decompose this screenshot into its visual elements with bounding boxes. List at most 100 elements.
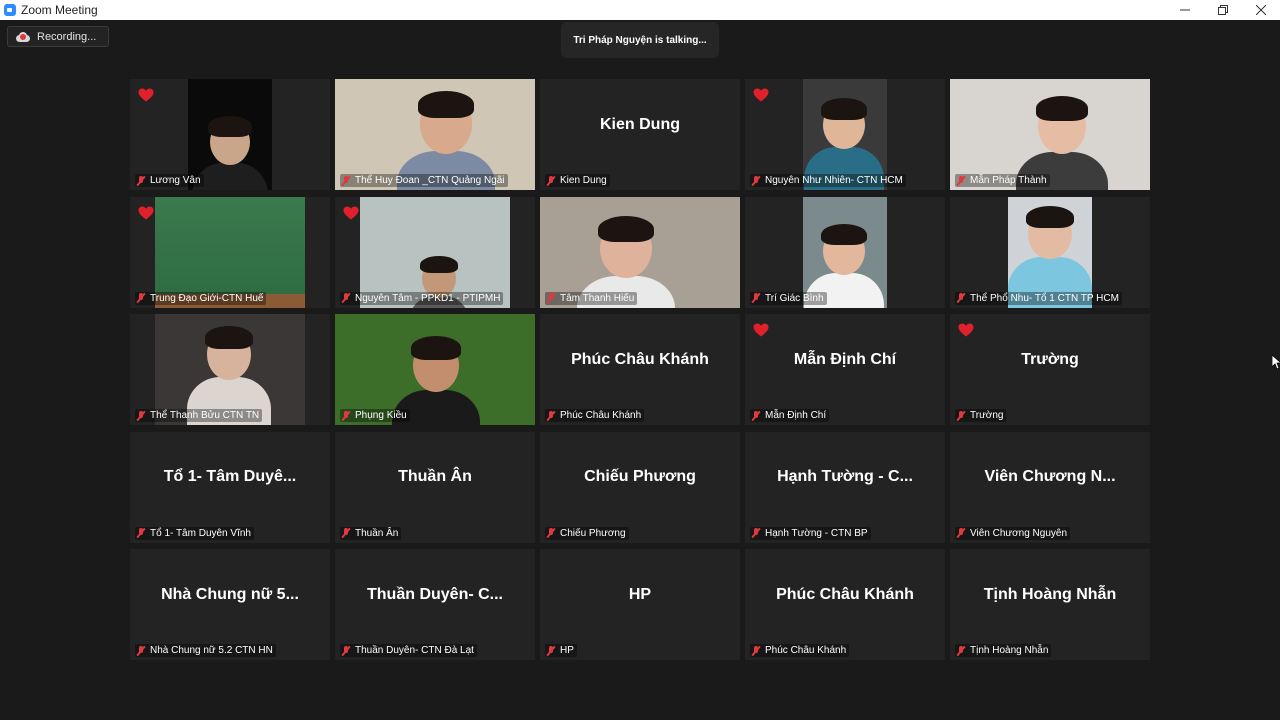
active-speaker-text: Tri Pháp Nguyện is talking... xyxy=(573,34,707,46)
muted-microphone-icon xyxy=(341,292,351,304)
participant-tile[interactable]: Lương Vân xyxy=(130,79,330,190)
participant-name-text: Mẫn Định Chí xyxy=(765,410,827,421)
restore-button[interactable] xyxy=(1204,0,1242,20)
participant-name-text: Chiếu Phương xyxy=(560,527,626,539)
participant-display-name: Trường xyxy=(1021,350,1079,368)
face-silhouette xyxy=(821,98,867,150)
participant-display-name: Nhà Chung nữ 5... xyxy=(161,585,299,603)
participant-name-label: Trung Đạo Giới-CTN Huế xyxy=(135,291,267,305)
participant-display-name: Kien Dung xyxy=(600,115,680,133)
participant-display-name: Thuần Ân xyxy=(398,468,472,485)
participant-tile[interactable]: Hạnh Tường - C... Hạnh Tường - CTN BP xyxy=(745,431,945,543)
participant-display-name: Hạnh Tường - C... xyxy=(777,468,913,485)
participant-name-label: Thể Huy Đoan _CTN Quảng Ngãi xyxy=(340,174,508,187)
participant-tile[interactable]: Tịnh Hoàng Nhẫn Tịnh Hoàng Nhẫn xyxy=(950,549,1150,660)
participant-name-text: Tổ 1- Tâm Duyên Vĩnh xyxy=(150,527,251,539)
participant-name-label: Trường xyxy=(955,409,1007,422)
participant-name-text: Tịnh Hoàng Nhẫn xyxy=(970,645,1049,656)
participant-tile[interactable]: Kien Dung Kien Dung xyxy=(540,79,740,190)
heart-reaction-icon xyxy=(138,206,154,219)
participant-tile[interactable]: Thể Huy Đoan _CTN Quảng Ngãi xyxy=(335,79,535,190)
participant-tile[interactable]: Thể Phổ Nhu- Tổ 1 CTN TP HCM xyxy=(950,196,1150,308)
muted-microphone-icon xyxy=(956,292,966,304)
recording-indicator[interactable]: Recording... xyxy=(7,26,109,47)
participant-name-text: Nguyên Như Nhiên- CTN HCM xyxy=(765,175,903,186)
participant-tile[interactable]: Thuần Ân Thuần Ân xyxy=(335,431,535,543)
participant-name-label: Nhà Chung nữ 5.2 CTN HN xyxy=(135,644,276,657)
participant-name-label: HP xyxy=(545,644,577,657)
participant-name-label: Mẫn Pháp Thành xyxy=(955,174,1050,187)
participant-video xyxy=(1008,196,1092,308)
muted-microphone-icon xyxy=(751,410,761,421)
participant-name-label: Trí Giác Bình xyxy=(750,291,827,305)
restore-icon xyxy=(1218,5,1228,15)
participant-tile[interactable]: Mẫn Pháp Thành xyxy=(950,79,1150,190)
participant-name-label: Hạnh Tường - CTN BP xyxy=(750,526,871,540)
heart-reaction-icon xyxy=(753,323,769,337)
minimize-button[interactable] xyxy=(1166,0,1204,20)
muted-microphone-icon xyxy=(751,645,761,656)
participant-name-label: Kien Dung xyxy=(545,174,610,187)
cloud-recording-icon xyxy=(16,31,30,42)
muted-microphone-icon xyxy=(136,410,146,421)
participant-name-text: HP xyxy=(560,645,574,656)
participant-tile[interactable]: Phụng Kiều xyxy=(335,314,535,425)
participant-display-name: Chiếu Phương xyxy=(584,468,696,485)
participant-tile[interactable]: Thể Thanh Bửu CTN TN xyxy=(130,314,330,425)
window-controls xyxy=(1166,0,1280,20)
participant-video xyxy=(803,196,887,308)
participant-name-text: Thuần Ân xyxy=(355,527,399,539)
participant-tile[interactable]: Nguyên Tâm - PPKD1 - PTIPMH xyxy=(335,196,535,308)
close-icon xyxy=(1256,5,1266,15)
muted-microphone-icon xyxy=(546,175,556,186)
muted-microphone-icon xyxy=(751,292,761,304)
participant-name-text: Hạnh Tường - CTN BP xyxy=(765,527,868,539)
face-silhouette xyxy=(1026,205,1074,260)
muted-microphone-icon xyxy=(341,527,351,539)
participant-tile[interactable]: Mẫn Định Chí Mẫn Định Chí xyxy=(745,314,945,425)
muted-microphone-icon xyxy=(136,175,146,186)
participant-tile[interactable]: Phúc Châu Khánh Phúc Châu Khánh xyxy=(745,549,945,660)
participant-tile[interactable]: Phúc Châu Khánh Phúc Châu Khánh xyxy=(540,314,740,425)
participant-tile[interactable]: Viên Chương N... Viên Chương Nguyên xyxy=(950,431,1150,543)
participant-tile[interactable]: Trung Đạo Giới-CTN Huế xyxy=(130,196,330,308)
participant-tile[interactable]: Trường Trường xyxy=(950,314,1150,425)
participant-name-text: Trường xyxy=(970,410,1004,421)
participant-video xyxy=(540,196,740,308)
participant-name-label: Thuần Ân xyxy=(340,526,402,540)
participant-name-label: Tâm Thanh Hiếu xyxy=(545,291,638,305)
participant-display-name: Phúc Châu Khánh xyxy=(776,585,914,603)
zoom-window: Zoom Meeting Recording... Tri Pháp Nguyệ… xyxy=(0,0,1280,720)
close-button[interactable] xyxy=(1242,0,1280,20)
muted-microphone-icon xyxy=(546,527,556,539)
muted-microphone-icon xyxy=(341,410,351,421)
participant-display-name: Thuần Duyên- C... xyxy=(367,585,503,603)
participant-name-label: Phúc Châu Khánh xyxy=(545,409,645,422)
muted-microphone-icon xyxy=(136,645,146,656)
face-silhouette xyxy=(411,336,461,392)
face-silhouette xyxy=(205,326,253,380)
muted-microphone-icon xyxy=(956,527,966,539)
window-title: Zoom Meeting xyxy=(21,3,98,17)
participant-tile[interactable]: Tâm Thanh Hiếu xyxy=(540,196,740,308)
participant-tile[interactable]: Thuần Duyên- C... Thuần Duyên- CTN Đà Lạt xyxy=(335,549,535,660)
participant-tile[interactable]: Tổ 1- Tâm Duyê... Tổ 1- Tâm Duyên Vĩnh xyxy=(130,431,330,543)
participant-tile[interactable]: HP HP xyxy=(540,549,740,660)
participant-name-label: Tịnh Hoàng Nhẫn xyxy=(955,644,1052,657)
participant-tile[interactable]: Trí Giác Bình xyxy=(745,196,945,308)
muted-microphone-icon xyxy=(546,292,556,304)
active-speaker-banner: Tri Pháp Nguyện is talking... xyxy=(561,22,719,58)
heart-reaction-icon xyxy=(753,88,769,102)
muted-microphone-icon xyxy=(546,645,556,656)
participant-name-text: Kien Dung xyxy=(560,175,607,186)
participant-tile[interactable]: Nguyên Như Nhiên- CTN HCM xyxy=(745,79,945,190)
participant-name-text: Trí Giác Bình xyxy=(765,292,824,304)
muted-microphone-icon xyxy=(341,175,351,186)
participant-name-label: Phụng Kiều xyxy=(340,409,410,422)
participant-name-label: Thể Thanh Bửu CTN TN xyxy=(135,409,263,422)
muted-microphone-icon xyxy=(341,645,351,656)
participant-name-label: Thuần Duyên- CTN Đà Lạt xyxy=(340,644,477,657)
participant-tile[interactable]: Chiếu Phương Chiếu Phương xyxy=(540,431,740,543)
participant-video xyxy=(360,196,510,308)
participant-tile[interactable]: Nhà Chung nữ 5... Nhà Chung nữ 5.2 CTN HN xyxy=(130,549,330,660)
